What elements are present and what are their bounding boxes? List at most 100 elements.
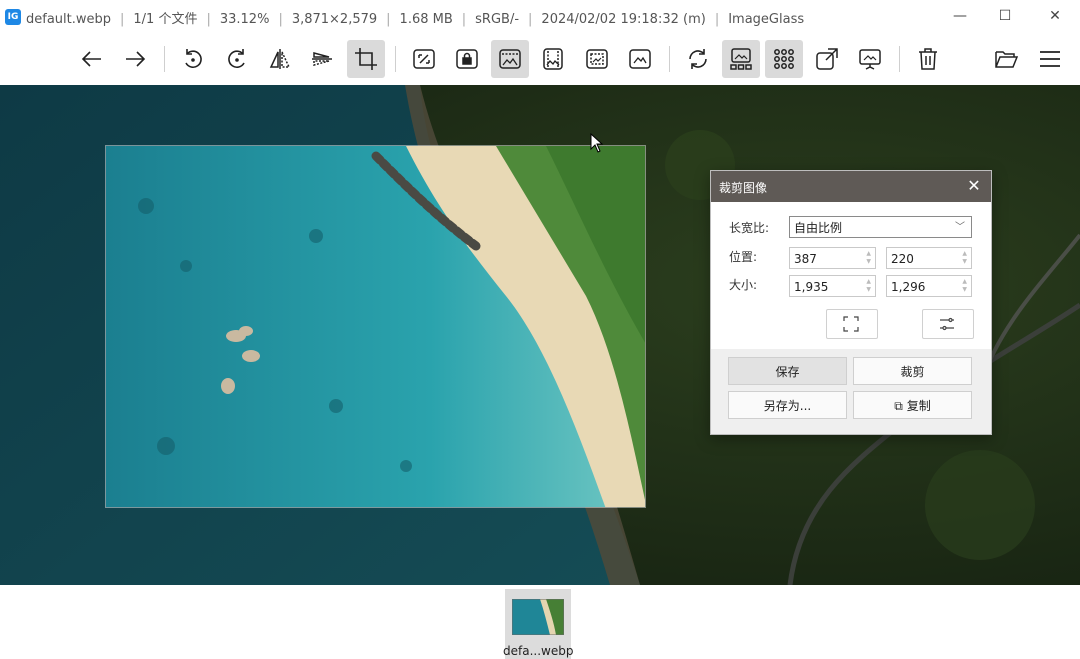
gallery-icon	[730, 48, 752, 70]
save-button[interactable]: 保存	[728, 357, 847, 385]
auto-zoom-icon	[413, 49, 435, 69]
toolbar-divider	[669, 46, 670, 72]
scale-to-fill-icon	[629, 49, 651, 69]
slideshow-button[interactable]	[851, 40, 889, 78]
crop-button[interactable]	[347, 40, 385, 78]
open-file-button[interactable]	[987, 40, 1025, 78]
folder-open-icon	[995, 51, 1018, 68]
flip-vertical-button[interactable]	[303, 40, 341, 78]
rotate-left-icon	[185, 49, 202, 69]
image-dimensions: 3,871×2,579	[291, 12, 378, 27]
select-all-button[interactable]	[826, 309, 878, 339]
crop-dialog: 裁剪图像 ✕ 长宽比: 自由比例 ﹀ 位置: 387 ▲ ▼ 220 ▲ ▼ 大小:…	[710, 170, 992, 435]
flip-vertical-icon	[312, 52, 332, 66]
position-y-value: 220	[891, 252, 914, 266]
hamburger-menu-icon	[1040, 51, 1060, 67]
spinner-icon[interactable]: ▲ ▼	[962, 250, 967, 266]
close-window-button[interactable]: ✕	[1031, 0, 1079, 32]
toolbar-divider	[899, 46, 900, 72]
fullscreen-button[interactable]	[808, 40, 846, 78]
crop-icon	[355, 48, 377, 70]
spinner-icon[interactable]: ▲ ▼	[962, 278, 967, 294]
crop-selection-image	[106, 146, 645, 507]
save-as-button[interactable]: 另存为...	[728, 391, 847, 419]
rotate-left-button[interactable]	[174, 40, 212, 78]
app-name: ImageGlass	[728, 12, 805, 27]
scale-to-fill-button[interactable]	[621, 40, 659, 78]
file-name: default.webp	[26, 12, 112, 27]
toolbar-divider	[164, 46, 165, 72]
lock-zoom-button[interactable]	[448, 40, 486, 78]
arrow-right-icon	[126, 51, 146, 67]
color-profile: sRGB/-	[475, 12, 520, 27]
dialog-title: 裁剪图像	[719, 181, 768, 195]
scale-to-width-icon	[499, 49, 521, 69]
file-size: 1.68 MB	[399, 12, 453, 27]
title-separator: |	[714, 12, 720, 27]
chevron-down-icon: ﹀	[955, 222, 965, 233]
size-width-input[interactable]: 1,935 ▲ ▼	[789, 275, 876, 297]
gallery-item-label: defa...webp	[503, 644, 574, 658]
size-height-value: 1,296	[891, 280, 926, 294]
minimize-button[interactable]: —	[936, 0, 984, 32]
toggle-checkerboard-button[interactable]	[765, 40, 803, 78]
slideshow-icon	[859, 49, 881, 70]
copy-icon: ⧉	[894, 399, 903, 413]
dialog-header[interactable]: 裁剪图像 ✕	[711, 171, 991, 202]
maximize-button[interactable]: ☐	[981, 0, 1029, 32]
scale-to-fit-button[interactable]	[578, 40, 616, 78]
toggle-gallery-button[interactable]	[722, 40, 760, 78]
flip-horizontal-icon	[269, 49, 291, 69]
refresh-button[interactable]	[679, 40, 717, 78]
flip-horizontal-button[interactable]	[261, 40, 299, 78]
zoom-level: 33.12%	[219, 12, 270, 27]
spinner-icon[interactable]: ▲ ▼	[866, 278, 871, 294]
aspect-ratio-label: 长宽比:	[729, 221, 770, 235]
title-separator: |	[120, 12, 125, 27]
gallery-thumbnail-image	[512, 599, 564, 635]
position-label: 位置:	[729, 250, 758, 264]
size-width-value: 1,935	[794, 280, 829, 294]
crop-selection[interactable]	[105, 145, 646, 508]
aspect-ratio-select[interactable]: 自由比例 ﹀	[789, 216, 972, 238]
delete-button[interactable]	[909, 40, 947, 78]
crop-apply-button[interactable]: 裁剪	[853, 357, 972, 385]
scale-to-width-button[interactable]	[491, 40, 529, 78]
arrow-left-icon	[81, 51, 101, 67]
dialog-close-button[interactable]: ✕	[963, 175, 985, 197]
thumbnail-gallery: defa...webp	[0, 585, 1080, 659]
title-separator: |	[461, 12, 467, 27]
title-separator: |	[278, 12, 283, 27]
app-logo-icon: IG	[5, 9, 21, 25]
grid-icon	[774, 49, 794, 69]
position-x-value: 387	[794, 252, 817, 266]
copy-label: 复制	[906, 399, 931, 413]
gallery-item[interactable]: defa...webp	[503, 589, 574, 659]
close-icon: ✕	[967, 176, 981, 195]
rotate-right-icon	[228, 49, 245, 69]
refresh-icon	[689, 49, 707, 69]
title-separator: |	[386, 12, 391, 27]
main-menu-button[interactable]	[1031, 40, 1069, 78]
title-separator: |	[206, 12, 211, 27]
size-height-input[interactable]: 1,296 ▲ ▼	[886, 275, 972, 297]
spinner-icon[interactable]: ▲ ▼	[866, 250, 871, 266]
copy-button[interactable]: ⧉ 复制	[853, 391, 972, 419]
title-separator: |	[528, 12, 533, 27]
auto-zoom-button[interactable]	[405, 40, 443, 78]
settings-sliders-icon	[940, 317, 954, 331]
scale-to-fit-icon	[586, 49, 608, 69]
file-index: 1/1 个文件	[133, 12, 198, 27]
expand-icon	[843, 316, 859, 332]
modified-date: 2024/02/02 19:18:32 (m)	[541, 12, 706, 27]
position-y-input[interactable]: 220 ▲ ▼	[886, 247, 972, 269]
title-bar: IG default.webp | 1/1 个文件 | 33.12% | 3,871×2,5…	[0, 0, 1080, 32]
previous-image-button[interactable]	[73, 40, 111, 78]
aspect-ratio-value: 自由比例	[794, 221, 843, 235]
crop-settings-button[interactable]	[922, 309, 974, 339]
scale-to-height-button[interactable]	[534, 40, 572, 78]
scale-to-height-icon	[543, 48, 563, 70]
next-image-button[interactable]	[116, 40, 154, 78]
position-x-input[interactable]: 387 ▲ ▼	[789, 247, 876, 269]
rotate-right-button[interactable]	[218, 40, 256, 78]
